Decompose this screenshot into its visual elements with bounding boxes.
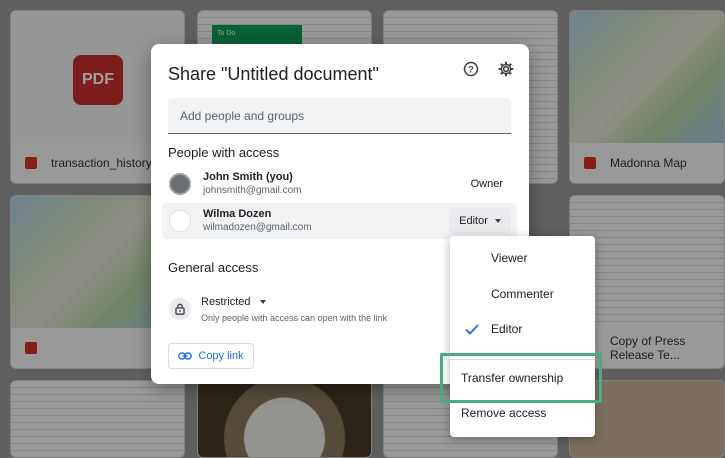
general-access-dropdown[interactable]: Restricted — [201, 296, 266, 308]
menu-item-label: Commenter — [491, 287, 554, 301]
menu-item-label: Viewer — [491, 251, 528, 265]
chevron-down-icon — [494, 219, 501, 223]
highlight-box — [440, 353, 602, 403]
person-row-owner: John Smith (you) johnsmith@gmail.com Own… — [162, 166, 517, 202]
access-description: Only people with access can open with th… — [201, 313, 388, 323]
person-name: Wilma Dozen — [203, 208, 272, 220]
chevron-down-icon — [259, 300, 266, 304]
avatar — [169, 210, 191, 232]
owner-role-label: Owner — [470, 178, 503, 190]
access-level-label: Restricted — [201, 296, 251, 308]
person-email: johnsmith@gmail.com — [203, 185, 302, 196]
menu-item-commenter[interactable]: Commenter — [450, 277, 595, 311]
person-row-wilma[interactable]: Wilma Dozen wilmadozen@gmail.com Editor — [162, 203, 517, 239]
person-name: John Smith (you) — [203, 171, 293, 183]
add-people-input[interactable] — [180, 108, 499, 123]
role-menu: Viewer Commenter Editor Transfer ownersh… — [450, 236, 595, 437]
checkmark-icon — [465, 324, 479, 335]
gear-icon[interactable] — [497, 60, 515, 78]
menu-item-editor[interactable]: Editor — [450, 312, 595, 346]
general-access-heading: General access — [168, 260, 259, 275]
menu-item-label: Remove access — [461, 406, 547, 420]
dialog-title: Share "Untitled document" — [168, 64, 379, 84]
copy-link-button[interactable]: Copy link — [168, 343, 254, 369]
people-with-access-heading: People with access — [168, 145, 280, 160]
menu-item-label: Editor — [491, 322, 523, 336]
link-icon — [178, 352, 193, 360]
menu-item-viewer[interactable]: Viewer — [450, 241, 595, 275]
lock-icon — [169, 298, 191, 320]
person-email: wilmadozen@gmail.com — [203, 222, 312, 233]
help-circle-icon[interactable]: ? — [462, 60, 480, 78]
copy-link-label: Copy link — [198, 350, 244, 362]
svg-text:?: ? — [468, 65, 474, 75]
role-dropdown-label: Editor — [459, 215, 488, 227]
avatar — [169, 173, 191, 195]
add-people-field[interactable] — [168, 98, 511, 134]
role-dropdown-button[interactable]: Editor — [449, 208, 511, 234]
